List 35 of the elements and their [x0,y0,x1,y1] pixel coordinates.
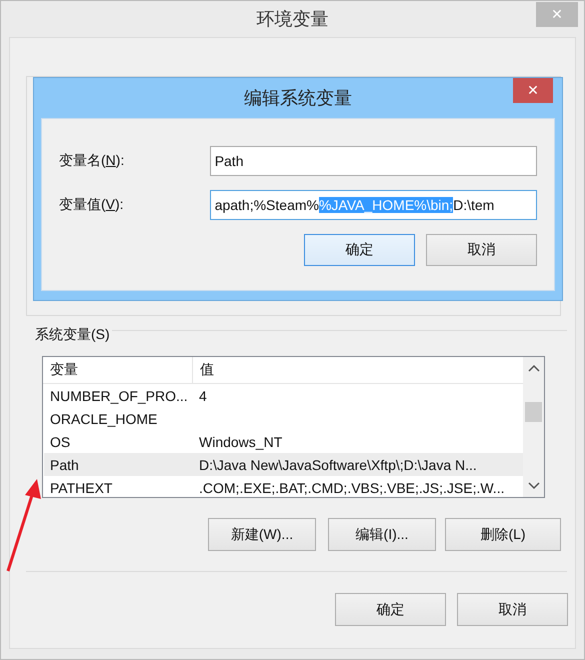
table-row[interactable]: PATHEXT .COM;.EXE;.BAT;.CMD;.VBS;.VBE;.JS;.JSE;.W... [44,476,523,497]
dialog-button[interactable]: 取消 [426,234,537,266]
action-button[interactable]: 新建(W)... [208,518,316,551]
table-cell-text: PATHEXT [49,480,114,496]
table-row[interactable]: OS Windows_NT [44,430,523,453]
table-cell-text: 4 [198,388,207,404]
scrollbar[interactable] [523,357,544,497]
table-cell-text: .COM;.EXE;.BAT;.CMD;.VBS;.VBE;.JS;.JSE;.W... [198,480,504,496]
window-title: 环境变量 [256,8,328,31]
table-row[interactable]: Path D:\Java New\JavaSoftware\Xftp\;D:\Java N... [44,453,523,476]
table-cell-text: ORACLE_HOME [49,410,158,426]
dialog-title: 编辑系统变量 [244,87,352,110]
field-label: 变量名(N): [59,152,126,170]
table-cell-text: Windows_NT [198,434,282,450]
table-row[interactable]: NUMBER_OF_PRO... 4 [44,384,523,407]
field-label: 变量值(V): [59,196,125,214]
scroll-up-icon[interactable] [528,364,540,372]
column-header[interactable]: 变量 [43,357,193,383]
action-button[interactable]: 删除(L) [445,518,561,551]
name-field[interactable]: Path [210,146,537,176]
dialog-button[interactable]: 确定 [304,234,415,266]
table-cell-text: Path [49,456,80,472]
close-button[interactable]: ✕ [513,78,553,103]
group-label: 系统变量(S) [35,326,111,344]
action-button[interactable]: 编辑(I)... [328,518,436,551]
dialog-button[interactable]: 取消 [457,593,568,626]
table-cell-text: NUMBER_OF_PRO... [49,388,189,404]
scroll-down-icon[interactable] [528,482,540,490]
table-cell-text: D:\Java New\JavaSoftware\Xftp\;D:\Java N... [198,456,477,472]
table-cell-text: OS [49,434,72,450]
column-header[interactable]: 值 [193,357,214,383]
table-row[interactable]: ORACLE_HOME [44,407,523,430]
value-field[interactable]: apath;%Steam%%JAVA_HOME%\bin;D:\tem [210,190,537,220]
dialog-button[interactable]: 确定 [335,593,446,626]
scroll-thumb[interactable] [525,402,542,422]
